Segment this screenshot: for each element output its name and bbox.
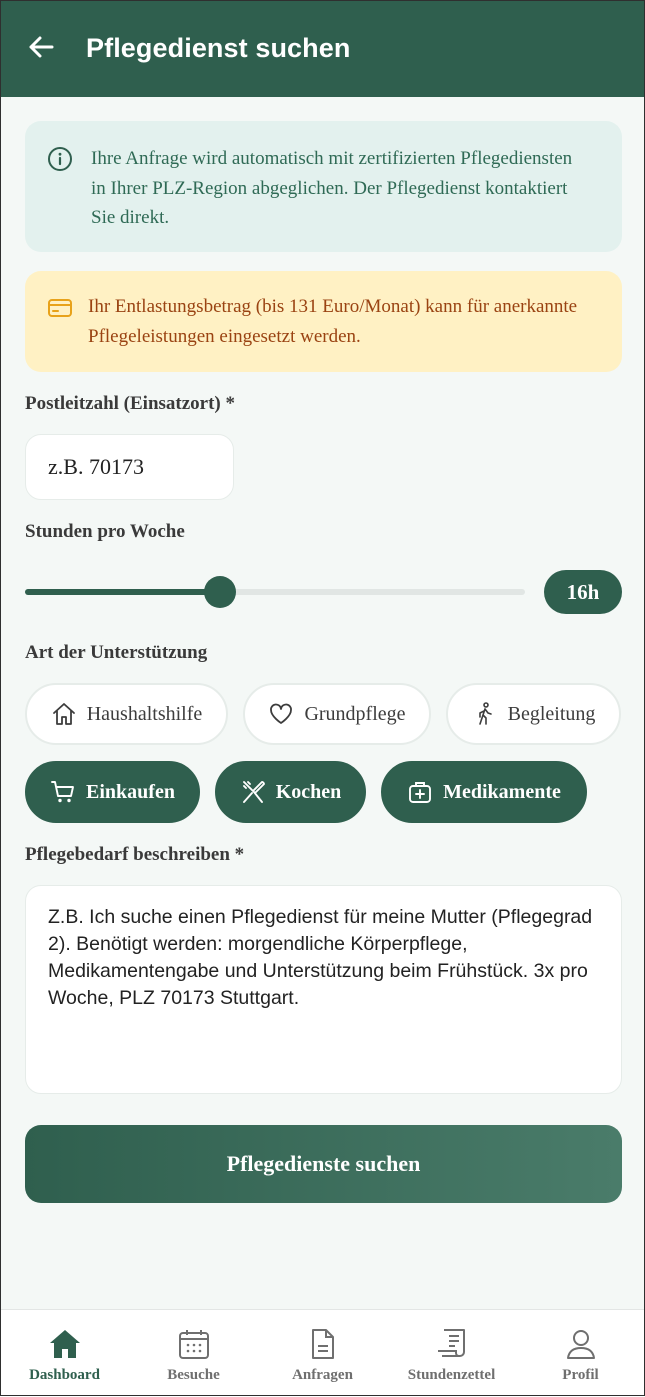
chip-label: Grundpflege <box>304 702 406 725</box>
chip-haushaltshilfe[interactable]: Haushaltshilfe <box>25 683 228 745</box>
budget-text: Ihr Entlastungsbetrag (bis 131 Euro/Mona… <box>88 296 578 347</box>
chip-begleitung[interactable]: Begleitung <box>446 683 621 745</box>
cart-icon <box>51 781 74 803</box>
nav-stundenzettel[interactable]: Stundenzettel <box>387 1310 516 1397</box>
chip-grundpflege[interactable]: Grundpflege <box>243 683 431 745</box>
bottom-navigation: Dashboard Besuche Anfragen Stundenzettel… <box>0 1309 645 1397</box>
chip-label: Haushaltshilfe <box>86 702 203 725</box>
document-icon <box>312 1329 334 1359</box>
nav-label: Besuche <box>167 1367 220 1383</box>
nav-label: Stundenzettel <box>407 1367 496 1383</box>
nav-anfragen[interactable]: Anfragen <box>258 1310 387 1397</box>
support-label: Art der Unterstützung <box>25 642 208 663</box>
info-notice: Ihre Anfrage wird automatisch mit zertif… <box>25 121 622 252</box>
nav-profil[interactable]: Profil <box>516 1310 645 1397</box>
chip-label: Medikamente <box>443 780 561 803</box>
chip-label: Kochen <box>275 780 342 803</box>
credit-card-icon <box>48 299 72 317</box>
heart-icon <box>270 703 293 724</box>
description-label: Pflegebedarf beschreiben * <box>25 844 245 865</box>
nav-dashboard[interactable]: Dashboard <box>0 1310 129 1397</box>
walking-icon <box>478 702 492 725</box>
hours-label: Stunden pro Woche <box>25 521 185 542</box>
medical-kit-icon <box>409 782 432 803</box>
utensils-icon <box>242 781 265 803</box>
home-icon <box>50 1330 80 1358</box>
chip-kochen[interactable]: Kochen <box>215 761 366 823</box>
app-header: Pflegedienst suchen <box>0 0 645 97</box>
calendar-icon <box>179 1330 209 1359</box>
hours-slider-handle[interactable] <box>204 576 236 608</box>
chip-medikamente[interactable]: Medikamente <box>381 761 587 823</box>
info-text: Ihre Anfrage wird automatisch mit zertif… <box>91 148 573 228</box>
chip-label: Einkaufen <box>86 780 175 803</box>
search-submit-button[interactable]: Pflegedienste suchen <box>25 1125 622 1203</box>
nav-label: Profil <box>562 1367 599 1383</box>
hours-slider[interactable] <box>25 576 525 608</box>
receipt-icon <box>438 1329 465 1357</box>
home-icon <box>52 703 75 725</box>
hours-value-badge: 16h <box>544 570 622 614</box>
description-textarea[interactable]: Z.B. Ich suche einen Pflegedienst für me… <box>25 885 622 1094</box>
user-icon <box>567 1330 595 1359</box>
nav-besuche[interactable]: Besuche <box>129 1310 258 1397</box>
postcode-label: Postleitzahl (Einsatzort) * <box>25 393 236 414</box>
back-arrow-icon[interactable] <box>26 32 56 62</box>
postcode-input[interactable]: z.B. 70173 <box>25 434 234 500</box>
chip-einkaufen[interactable]: Einkaufen <box>25 761 200 823</box>
info-icon <box>48 147 72 171</box>
budget-notice: Ihr Entlastungsbetrag (bis 131 Euro/Mona… <box>25 271 622 372</box>
page-title: Pflegedienst suchen <box>86 33 351 63</box>
nav-label: Dashboard <box>29 1367 100 1383</box>
chip-label: Begleitung <box>507 702 596 725</box>
hours-slider-fill <box>25 589 220 595</box>
nav-label: Anfragen <box>292 1367 353 1383</box>
